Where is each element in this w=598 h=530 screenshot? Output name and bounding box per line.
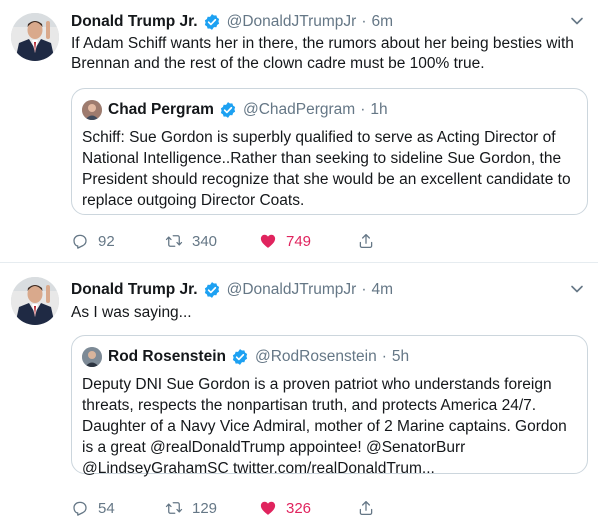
tweet-actions: 92 340 749 [71,229,375,253]
quoted-tweet[interactable]: Rod Rosenstein @RodRosenstein · 5h Deput… [71,335,588,477]
quoted-tweet-header: Chad Pergram @ChadPergram · 1h [82,99,388,121]
chevron-down-icon[interactable] [570,282,584,296]
separator-dot: · [381,348,387,365]
retweet-button[interactable]: 129 [165,496,259,520]
quoted-author-name: Rod Rosenstein [108,348,226,365]
like-count: 326 [286,499,312,517]
like-button[interactable]: 326 [259,496,357,520]
verified-badge-icon [204,282,219,298]
share-button[interactable] [357,229,375,253]
quoted-tweet-text: Deputy DNI Sue Gordon is a proven patrio… [82,376,567,477]
retweet-button[interactable]: 340 [165,229,259,253]
like-button[interactable]: 749 [259,229,357,253]
author-handle[interactable]: @DonaldJTrumpJr [227,281,357,299]
quoted-avatar-photo-icon [82,100,102,120]
author-name[interactable]: Donald Trump Jr. [71,13,198,31]
heart-icon [260,501,276,515]
quoted-avatar [82,100,102,120]
avatar-photo-icon [11,13,59,61]
avatar[interactable] [11,277,59,325]
separator-dot: · [361,281,367,298]
reply-icon [73,501,87,516]
quoted-tweet[interactable]: Chad Pergram @ChadPergram · 1h Schiff: S… [71,88,588,215]
retweet-count: 340 [192,232,218,250]
tweet-actions: 54 129 326 [71,496,375,520]
separator-dot: · [361,13,367,30]
timestamp[interactable]: 4m [372,281,394,299]
separator-dot: · [360,101,366,118]
quoted-avatar [82,347,102,367]
quoted-timestamp: 5h [391,348,410,365]
chevron-down-icon[interactable] [570,14,584,28]
quoted-tweet-header: Rod Rosenstein @RodRosenstein · 5h [82,346,409,368]
retweet-icon [165,502,183,514]
share-button[interactable] [357,496,375,520]
quoted-author-handle: @ChadPergram [242,101,356,118]
tweet-header: Donald Trump Jr. @DonaldJTrumpJr · 4m [71,279,393,301]
heart-icon [260,234,276,248]
retweet-count: 129 [192,499,218,517]
reply-button[interactable]: 54 [71,496,165,520]
retweet-icon [165,235,183,247]
verified-badge-icon [232,349,248,365]
like-count: 749 [286,232,312,250]
timestamp[interactable]: 6m [372,13,394,31]
reply-count: 92 [98,232,115,250]
quoted-avatar-photo-icon [82,347,102,367]
avatar-photo-icon [11,277,59,325]
quoted-author-name: Chad Pergram [108,101,214,118]
quoted-author-handle: @RodRosenstein [254,348,377,365]
verified-badge-icon [204,14,219,30]
author-handle[interactable]: @DonaldJTrumpJr [227,13,357,31]
reply-icon [73,234,87,249]
avatar[interactable] [11,13,59,61]
verified-badge-icon [220,102,236,118]
share-icon [359,233,373,249]
quoted-timestamp: 1h [370,101,388,118]
tweet-header: Donald Trump Jr. @DonaldJTrumpJr · 6m [71,11,393,33]
tweet[interactable]: Donald Trump Jr. @DonaldJTrumpJr · 4m As… [0,263,598,530]
tweet-text: If Adam Schiff wants her in there, the r… [71,35,574,72]
reply-count: 54 [98,499,115,517]
tweet-text: As I was saying... [71,304,192,321]
reply-button[interactable]: 92 [71,229,165,253]
quoted-tweet-text: Schiff: Sue Gordon is superbly qualified… [82,129,571,209]
author-name[interactable]: Donald Trump Jr. [71,281,198,299]
share-icon [359,500,373,516]
tweet[interactable]: Donald Trump Jr. @DonaldJTrumpJr · 6m If… [0,0,598,263]
